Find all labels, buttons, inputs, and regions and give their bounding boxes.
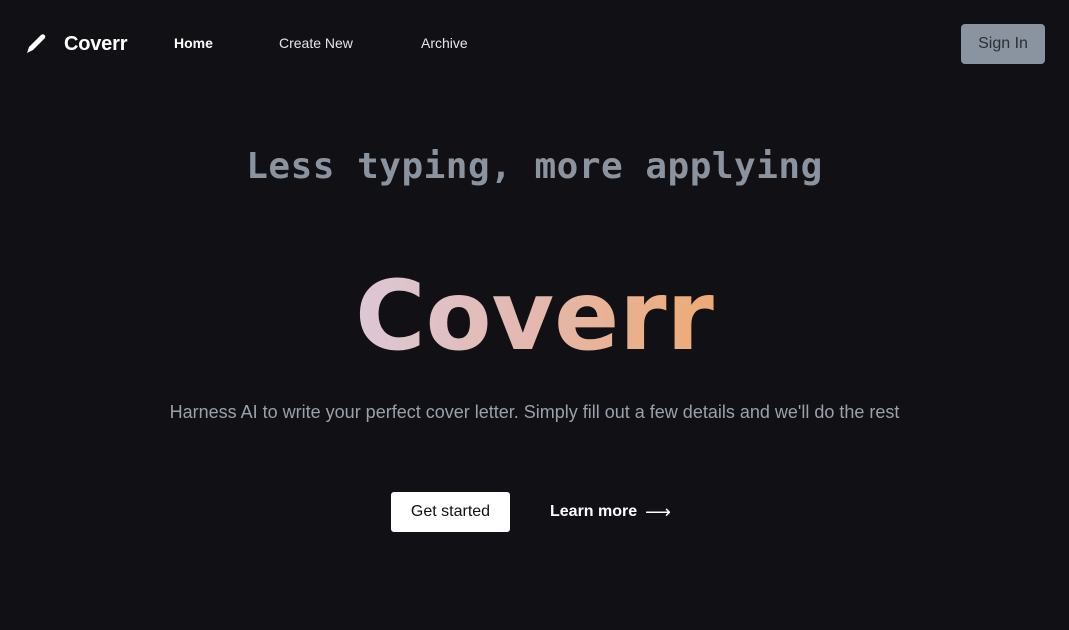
brand-name: Coverr (64, 32, 128, 55)
learn-more-label: Learn more (550, 503, 638, 520)
pen-icon (24, 32, 48, 56)
page: Coverr Home Create New Archive Sign In L… (0, 0, 1069, 630)
nav-archive-link[interactable]: Archive (421, 35, 468, 51)
nav-home-link[interactable]: Home (174, 35, 213, 51)
sign-in-button[interactable]: Sign In (961, 24, 1045, 64)
arrow-right-icon: ⟶ (645, 501, 671, 523)
learn-more-link[interactable]: Learn more ⟶ (550, 492, 671, 532)
hero-tagline: Less typing, more applying (246, 146, 823, 187)
get-started-button[interactable]: Get started (391, 492, 510, 532)
hero-subtitle: Harness AI to write your perfect cover l… (169, 402, 900, 422)
hero-title-container: Coverr (0, 256, 1069, 376)
brand-logo-link[interactable]: Coverr (24, 30, 127, 58)
nav-create-new-link[interactable]: Create New (279, 35, 353, 51)
hero-title: Coverr (355, 260, 714, 372)
top-nav: Coverr Home Create New Archive Sign In (0, 0, 1069, 88)
